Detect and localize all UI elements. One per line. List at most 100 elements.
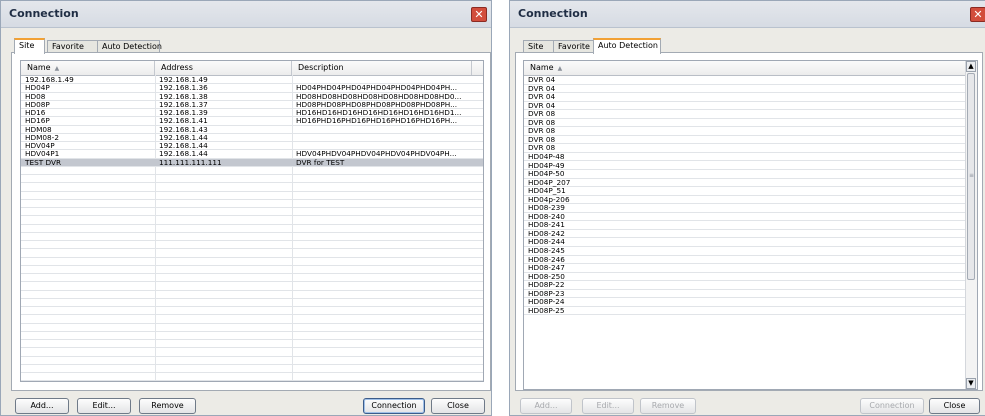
empty-row[interactable] [21, 340, 483, 349]
empty-row[interactable] [21, 324, 483, 332]
list-item[interactable]: HD04p-206 [524, 196, 967, 205]
title-bar[interactable]: Connection ✕ [1, 1, 491, 28]
list-item[interactable]: HD08-246 [524, 256, 967, 265]
table-row[interactable]: HDM08 192.168.1.43 [21, 126, 483, 134]
empty-row[interactable] [21, 307, 483, 316]
edit-button[interactable]: Edit... [582, 398, 634, 414]
table-row[interactable]: HD08P 192.168.1.37 HD08PHD08PHD08PHD08PHD0… [21, 101, 483, 109]
table-row[interactable]: HD16 192.168.1.39 HD16HD16HD16HD16HD16HD16… [21, 109, 483, 118]
list-item[interactable]: HD08-250 [524, 273, 967, 282]
empty-row[interactable] [21, 357, 483, 365]
list-item[interactable]: HD08-244 [524, 238, 967, 247]
title-bar[interactable]: Connection ✕ [510, 1, 985, 28]
table-row[interactable]: HD08 192.168.1.38 HD08HD08HD08HD08HD08HD08… [21, 93, 483, 101]
connection-button[interactable]: Connection [860, 398, 924, 414]
empty-row[interactable] [21, 332, 483, 340]
device-name: HD08P-23 [528, 289, 565, 298]
add-button[interactable]: Add... [15, 398, 69, 414]
list-item[interactable]: HD08-242 [524, 230, 967, 239]
empty-row[interactable] [21, 225, 483, 233]
device-name: DVR 08 [528, 110, 556, 119]
device-name: DVR 04 [528, 84, 556, 93]
cell-address: 192.168.1.44 [159, 150, 208, 159]
empty-row[interactable] [21, 241, 483, 250]
list-item[interactable]: HD08P-22 [524, 281, 967, 290]
list-item[interactable]: HD08P-25 [524, 307, 967, 316]
table-row[interactable]: HDV04P1 192.168.1.44 HDV04PHDV04PHDV04PHDV… [21, 150, 483, 159]
empty-row[interactable] [21, 266, 483, 274]
edit-button[interactable]: Edit... [77, 398, 131, 414]
list-item[interactable]: HD04P_207 [524, 179, 967, 188]
list-item[interactable]: HD08-247 [524, 264, 967, 273]
tab-site[interactable]: Site [14, 38, 45, 54]
column-header-description[interactable]: Description [292, 61, 472, 75]
close-window-button[interactable]: ✕ [970, 7, 985, 22]
list-item[interactable]: DVR 04 [524, 102, 967, 111]
list-item[interactable]: HD04P_51 [524, 187, 967, 196]
empty-row[interactable] [21, 365, 483, 373]
list-item[interactable]: DVR 04 [524, 93, 967, 102]
column-name-label: Name [530, 63, 554, 72]
table-row[interactable]: HDM08-2 192.168.1.44 [21, 134, 483, 142]
device-name: HD08-244 [528, 238, 565, 247]
auto-detection-list[interactable]: Name ▲ DVR 04 DVR 04 DVR 04 DVR 04 DVR 08 DVR … [523, 60, 978, 390]
list-item[interactable]: DVR 08 [524, 119, 967, 128]
list-item[interactable]: HD08-240 [524, 213, 967, 222]
table-row[interactable]: HD16P 192.168.1.41 HD16PHD16PHD16PHD16PHD1… [21, 117, 483, 126]
site-list-table[interactable]: Name ▲ Address Description 192.168.1.49 19… [20, 60, 484, 382]
list-item[interactable]: HD04P-50 [524, 170, 967, 179]
empty-row[interactable] [21, 200, 483, 208]
empty-row[interactable] [21, 274, 483, 283]
list-item[interactable]: HD04P-48 [524, 153, 967, 162]
empty-row[interactable] [21, 192, 483, 200]
empty-row[interactable] [21, 299, 483, 307]
empty-row[interactable] [21, 175, 483, 184]
column-header-name[interactable]: Name ▲ [21, 61, 155, 75]
column-header-address[interactable]: Address [155, 61, 292, 75]
tab-auto-detection[interactable]: Auto Detection [593, 38, 661, 54]
empty-row[interactable] [21, 315, 483, 324]
empty-row[interactable] [21, 291, 483, 299]
empty-row[interactable] [21, 282, 483, 291]
empty-row[interactable] [21, 348, 483, 357]
table-row[interactable]: 192.168.1.49 192.168.1.49 [21, 76, 483, 85]
list-item[interactable]: HD08-239 [524, 204, 967, 213]
cell-address: 192.168.1.39 [159, 109, 208, 117]
close-button[interactable]: Close [431, 398, 485, 414]
empty-row[interactable] [21, 208, 483, 217]
empty-row[interactable] [21, 233, 483, 241]
list-item[interactable]: HD04P-49 [524, 162, 967, 171]
add-button[interactable]: Add... [520, 398, 572, 414]
list-item[interactable]: DVR 08 [524, 127, 967, 136]
list-item[interactable]: DVR 08 [524, 144, 967, 153]
empty-row[interactable] [21, 373, 483, 381]
list-item[interactable]: HD08P-24 [524, 298, 967, 307]
scroll-down-arrow-icon[interactable]: ▼ [966, 378, 976, 389]
table-row[interactable]: HD04P 192.168.1.36 HD04PHD04PHD04PHD04PHD0… [21, 84, 483, 93]
list-item[interactable]: HD08P-23 [524, 290, 967, 299]
vertical-scrollbar[interactable]: ▲ ≡ ▼ [965, 61, 977, 389]
list-item[interactable]: DVR 04 [524, 85, 967, 94]
list-item[interactable]: DVR 08 [524, 136, 967, 145]
empty-row[interactable] [21, 183, 483, 192]
scroll-up-arrow-icon[interactable]: ▲ [966, 61, 976, 72]
remove-button[interactable]: Remove [640, 398, 696, 414]
table-row[interactable]: HDV04P 192.168.1.44 [21, 142, 483, 151]
window-title: Connection [518, 7, 588, 20]
table-row[interactable]: TEST DVR 111.111.111.111 DVR for TEST [21, 158, 483, 167]
list-item[interactable]: DVR 08 [524, 110, 967, 119]
empty-row[interactable] [21, 167, 483, 175]
remove-button[interactable]: Remove [139, 398, 196, 414]
empty-row[interactable] [21, 249, 483, 258]
close-button[interactable]: Close [929, 398, 980, 414]
close-window-button[interactable]: ✕ [471, 7, 487, 22]
list-item[interactable]: HD08-241 [524, 221, 967, 230]
empty-row[interactable] [21, 258, 483, 266]
empty-row[interactable] [21, 216, 483, 225]
scrollbar-thumb[interactable]: ≡ [967, 73, 975, 280]
list-item[interactable]: DVR 04 [524, 76, 967, 85]
device-name: HD08-242 [528, 229, 565, 238]
column-header-name[interactable]: Name ▲ [524, 61, 967, 75]
list-item[interactable]: HD08-245 [524, 247, 967, 256]
connection-button[interactable]: Connection [363, 398, 425, 414]
